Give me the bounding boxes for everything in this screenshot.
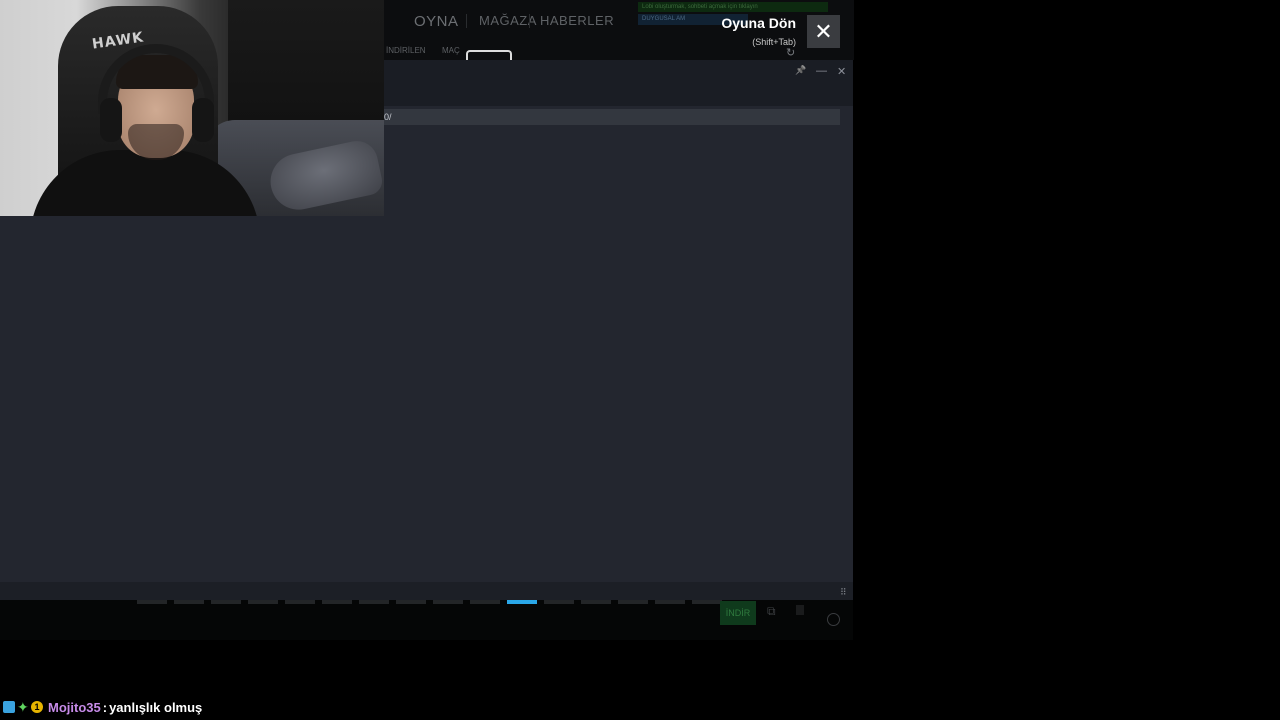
- nav-divider: [466, 14, 467, 28]
- browser-statusbar: [0, 582, 853, 600]
- chat-username[interactable]: Mojito35: [48, 700, 101, 715]
- game-bottom-strip: İNDİR ⧉: [0, 600, 853, 640]
- indicator-slot[interactable]: [285, 600, 315, 604]
- stream-frame: OYNA MAĞAZA HABERLER İNDİRİLEN MAÇ Lobi …: [0, 0, 1280, 720]
- indicator-slot[interactable]: [581, 600, 611, 604]
- browser-page-content[interactable]: [0, 216, 853, 582]
- page-indicator-slots: [137, 600, 722, 605]
- indicator-slot[interactable]: [655, 600, 685, 604]
- webcam-feed: HAWK: [0, 0, 384, 216]
- indicator-slot[interactable]: [396, 600, 426, 604]
- headphone-earcup: [100, 98, 122, 142]
- nav-play[interactable]: OYNA: [414, 13, 459, 30]
- download-button[interactable]: İNDİR: [720, 601, 756, 625]
- indicator-slot[interactable]: [248, 600, 278, 604]
- headphone-earcup: [192, 98, 214, 142]
- nav-news[interactable]: HABERLER: [540, 13, 614, 28]
- pin-icon[interactable]: 📌: [795, 65, 806, 76]
- indicator-slot[interactable]: [359, 600, 389, 604]
- overlay-close-button[interactable]: ✕: [807, 15, 840, 48]
- chat-separator: :: [102, 699, 108, 715]
- prime-badge-icon: [3, 701, 15, 713]
- indicator-slot[interactable]: [433, 600, 463, 604]
- gold-badge-icon: 1: [31, 701, 43, 713]
- return-to-game-label[interactable]: Oyuna Dön: [690, 15, 796, 31]
- refresh-icon[interactable]: ↻: [786, 46, 795, 59]
- green-badge-icon: ✦: [17, 699, 29, 715]
- minimize-icon[interactable]: —: [816, 65, 827, 77]
- return-shortcut-hint: (Shift+Tab): [752, 37, 796, 47]
- sub-tab-matches[interactable]: MAÇ: [442, 46, 460, 55]
- chat-message: ✦ 1 Mojito35 : yanlışlık olmuş: [3, 699, 202, 715]
- indicator-slot[interactable]: [507, 600, 537, 604]
- chat-text: yanlışlık olmuş: [109, 699, 203, 715]
- external-link-icon[interactable]: ⧉: [767, 604, 776, 619]
- indicator-slot[interactable]: [211, 600, 241, 604]
- indicator-slot[interactable]: [174, 600, 204, 604]
- indicator-slot[interactable]: [137, 600, 167, 604]
- indicator-slot[interactable]: [618, 600, 648, 604]
- clock-icon[interactable]: [827, 613, 840, 626]
- trash-icon[interactable]: [796, 605, 804, 615]
- menu-logo-shape: [466, 50, 512, 60]
- indicator-slot[interactable]: [692, 600, 722, 604]
- address-bar[interactable]: 0/: [384, 109, 840, 125]
- sub-tab-downloaded[interactable]: İNDİRİLEN: [386, 46, 426, 55]
- browser-titlebar[interactable]: [384, 60, 853, 106]
- lobby-banner[interactable]: Lobi oluşturmak, sohbeti açmak için tıkl…: [638, 2, 828, 12]
- indicator-slot[interactable]: [322, 600, 352, 604]
- close-icon[interactable]: ✕: [837, 65, 846, 78]
- indicator-slot[interactable]: [544, 600, 574, 604]
- resize-grip-icon[interactable]: ⠿: [840, 587, 847, 598]
- nav-divider: [529, 14, 530, 28]
- indicator-slot[interactable]: [470, 600, 500, 604]
